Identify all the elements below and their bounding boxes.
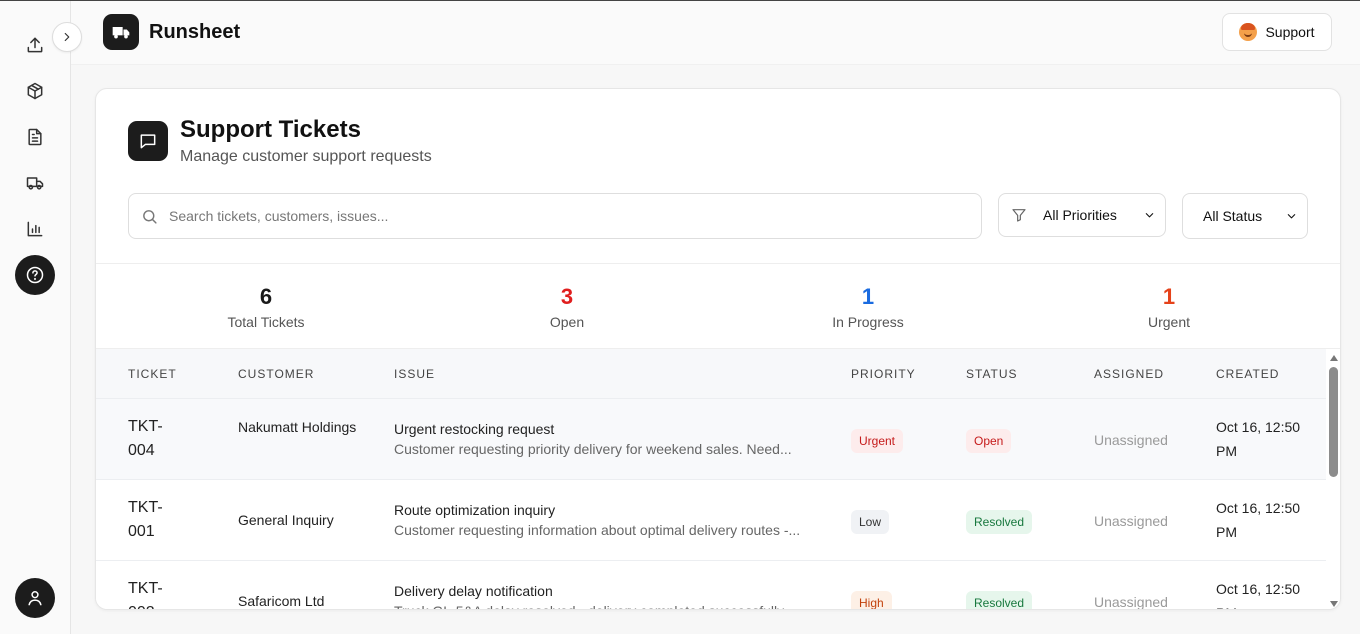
issue-description: Customer requesting information about op… (394, 522, 801, 538)
priority-badge: Low (851, 510, 890, 534)
assigned-to: Unassigned (1094, 432, 1168, 448)
issue-title: Urgent restocking request (394, 421, 555, 437)
column-header-customer[interactable]: CUSTOMER (238, 367, 314, 381)
top-header: Runsheet Support (71, 1, 1360, 65)
column-header-created[interactable]: CREATED (1216, 367, 1279, 381)
customer-name: Nakumatt Holdings (238, 419, 357, 435)
stat-urgent: 1 Urgent (1019, 264, 1319, 330)
support-tickets-card: Support Tickets Manage customer support … (95, 88, 1341, 610)
column-header-priority[interactable]: PRIORITY (851, 367, 916, 381)
table-row[interactable]: TKT-001 General Inquiry Route optimization… (96, 480, 1326, 561)
issue-cell: Route optimization inquiry Customer reque… (394, 500, 814, 540)
stat-value: 6 (259, 284, 273, 309)
support-button-label: Support (1265, 24, 1315, 40)
status-badge: Resolved (966, 591, 1033, 609)
assigned-to: Unassigned (1094, 513, 1168, 529)
issue-description: Truck GL-5&A delay resolved - delivery c… (394, 601, 814, 609)
column-header-ticket[interactable]: TICKET (128, 367, 177, 381)
stat-label: Total Tickets (227, 314, 305, 330)
issue-description: Customer requesting priority delivery fo… (394, 441, 792, 457)
sidebar-toggle-button[interactable] (52, 22, 82, 52)
page-subtitle: Manage customer support requests (180, 148, 432, 165)
stat-value: 1 (861, 284, 875, 309)
scrollbar-thumb[interactable] (1329, 367, 1338, 477)
bar-chart-icon[interactable] (15, 209, 55, 249)
created-date: Oct 16, 12:50 PM (1216, 419, 1301, 459)
priority-badge: High (851, 591, 892, 609)
issue-title: Route optimization inquiry (394, 502, 556, 518)
help-icon[interactable] (15, 255, 55, 295)
truck-logo-icon (112, 27, 130, 39)
scroll-down-arrow-icon[interactable] (1329, 599, 1339, 609)
stat-value: 1 (1162, 284, 1176, 309)
created-date: Oct 16, 12:50 PM (1216, 500, 1301, 540)
message-square-icon (128, 121, 168, 161)
search-icon (143, 210, 157, 224)
stat-label: Urgent (1147, 314, 1191, 330)
package-icon[interactable] (15, 71, 55, 111)
document-icon[interactable] (15, 117, 55, 157)
table-row[interactable]: TKT-004 Nakumatt Holdings Urgent restockin… (96, 399, 1326, 480)
stat-open: 3 Open (417, 264, 717, 330)
assigned-to: Unassigned (1094, 594, 1168, 610)
status-badge: Open (966, 429, 1012, 453)
upload-icon[interactable] (15, 25, 55, 65)
chevron-down-icon (1287, 214, 1296, 219)
stat-label: Open (549, 314, 585, 330)
support-button[interactable]: Support (1222, 13, 1332, 51)
created-date: Oct 16, 12:50 PM (1216, 581, 1301, 609)
ticket-id: TKT-004 (128, 418, 163, 459)
priority-badge: Urgent (851, 429, 904, 453)
customer-name: Safaricom Ltd (238, 593, 325, 609)
status-badge: Resolved (966, 510, 1033, 534)
stat-in-progress: 1 In Progress (718, 264, 1018, 330)
status-filter-select[interactable]: All Status (1182, 193, 1308, 239)
issue-cell: Urgent restocking request Customer reques… (394, 419, 814, 459)
column-header-issue[interactable]: ISSUE (394, 367, 435, 381)
customer-name: General Inquiry (238, 512, 334, 528)
page-title: Support Tickets (180, 116, 361, 143)
table-scrollbar[interactable] (1326, 349, 1340, 609)
issue-title: Delivery delay notification (394, 583, 553, 599)
app-logo (103, 14, 139, 50)
filter-icon (1012, 209, 1026, 222)
column-header-status[interactable]: STATUS (966, 367, 1018, 381)
support-avatar-icon (1239, 23, 1258, 41)
issue-cell: Delivery delay notification Truck GL-5&A … (394, 581, 814, 609)
app-title: Runsheet (149, 21, 241, 43)
table-row[interactable]: TKT-002 Safaricom Ltd Delivery delay notif… (96, 561, 1326, 610)
truck-icon[interactable] (15, 163, 55, 203)
search-box[interactable] (128, 193, 982, 239)
user-icon[interactable] (15, 578, 55, 618)
scroll-up-arrow-icon[interactable] (1329, 353, 1339, 363)
chevron-right-icon (64, 32, 70, 42)
stat-label: In Progress (832, 314, 904, 330)
column-header-assigned[interactable]: ASSIGNED (1094, 367, 1164, 381)
stat-value: 3 (560, 284, 574, 309)
sidebar (0, 1, 71, 634)
chevron-down-icon (1145, 213, 1154, 218)
priority-filter-select[interactable]: All Priorities (998, 193, 1166, 237)
ticket-id: TKT-001 (128, 499, 163, 540)
search-input[interactable] (169, 194, 969, 238)
ticket-id: TKT-002 (128, 580, 163, 609)
tickets-table: TICKET CUSTOMER ISSUE PRIORITY STATUS AS… (96, 349, 1326, 610)
stats-row: 6 Total Tickets 3 Open 1 In Progress 1 U… (96, 263, 1340, 349)
status-filter-value: All Status (1203, 208, 1263, 224)
priority-filter-value: All Priorities (1043, 207, 1117, 223)
stat-total-tickets: 6 Total Tickets (116, 264, 416, 330)
table-header: TICKET CUSTOMER ISSUE PRIORITY STATUS AS… (96, 349, 1326, 399)
